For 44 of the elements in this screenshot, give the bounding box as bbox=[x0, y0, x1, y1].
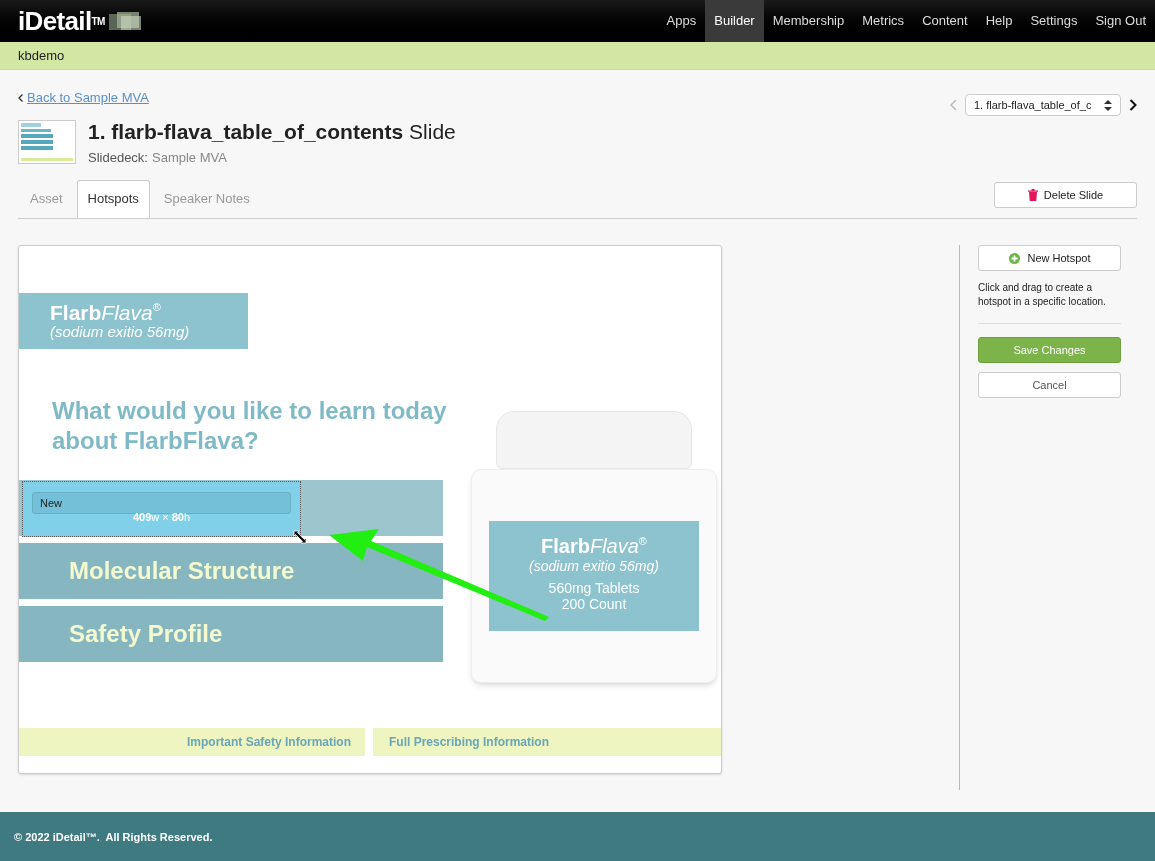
logo-wordmark-bold: Flarb bbox=[50, 302, 102, 325]
nav-link[interactable]: Settings bbox=[1021, 0, 1087, 42]
resize-cursor-icon bbox=[293, 530, 307, 544]
menu-label: Molecular Structure bbox=[69, 556, 295, 586]
sort-arrows-icon bbox=[1104, 99, 1112, 111]
slide-question: What would you like to learn today about FlarbFlava? bbox=[52, 396, 448, 456]
slide-title-suffix: Slide bbox=[409, 119, 456, 145]
account-name: kbdemo bbox=[18, 46, 65, 65]
bottle-dose: 560mg Tablets bbox=[548, 580, 640, 597]
bottle-wordmark-light: Flava bbox=[589, 535, 639, 558]
bottle-count: 200 Count bbox=[561, 596, 627, 613]
copyright-text: © 2022 iDetail™. All Rights Reserved. bbox=[14, 829, 213, 845]
brand-logo[interactable]: iDetail$^{TM}$ bbox=[18, 8, 105, 34]
slidedeck-name: Sample MVA bbox=[152, 148, 227, 167]
nav-link[interactable]: Apps bbox=[657, 0, 706, 42]
hotspot-region[interactable]: New 409w × 80h bbox=[22, 481, 301, 537]
bottle-registered-mark: ® bbox=[638, 535, 647, 547]
nav-link[interactable]: Help bbox=[976, 0, 1022, 42]
nav-link[interactable]: Sign Out bbox=[1086, 0, 1155, 42]
nav-link[interactable]: Metrics bbox=[853, 0, 914, 42]
nav-link[interactable]: Membership bbox=[763, 0, 854, 42]
slidedeck-label: Slidedeck: bbox=[88, 148, 148, 167]
logo-registered-mark: ® bbox=[152, 302, 161, 314]
nav-link[interactable]: Content bbox=[913, 0, 977, 42]
hotspot-name-field[interactable]: New bbox=[32, 492, 291, 514]
plus-circle-icon bbox=[1008, 252, 1020, 264]
trash-icon bbox=[1027, 189, 1038, 201]
bottle-wordmark-bold: Flarb bbox=[541, 535, 590, 558]
next-chevron-icon[interactable] bbox=[1129, 99, 1137, 111]
slide-select[interactable]: 1. flarb-flava_table_of_c bbox=[965, 94, 1121, 116]
hotspot-hint: Click and drag to create a hotspot in a specific location. bbox=[978, 281, 1107, 309]
logo-squares-icon bbox=[108, 10, 143, 32]
logo-wordmark-light: Flava bbox=[101, 302, 153, 325]
slide-title: 1. flarb-flava_table_of_contents bbox=[88, 119, 404, 145]
cancel-button[interactable]: Cancel bbox=[978, 372, 1121, 398]
nav-link[interactable]: Builder bbox=[705, 0, 764, 42]
new-hotspot-button[interactable]: New Hotspot bbox=[978, 245, 1121, 271]
back-chevron-icon bbox=[18, 94, 23, 102]
slide-thumbnail bbox=[18, 119, 76, 164]
menu-label: Safety Profile bbox=[69, 619, 223, 649]
delete-slide-button[interactable]: Delete Slide bbox=[994, 182, 1137, 208]
logo-subtitle: (sodium exitio 56mg) bbox=[50, 324, 191, 340]
tab[interactable]: Hotspots bbox=[76, 180, 150, 218]
bottle-subtitle: (sodium exitio 56mg) bbox=[529, 558, 659, 575]
